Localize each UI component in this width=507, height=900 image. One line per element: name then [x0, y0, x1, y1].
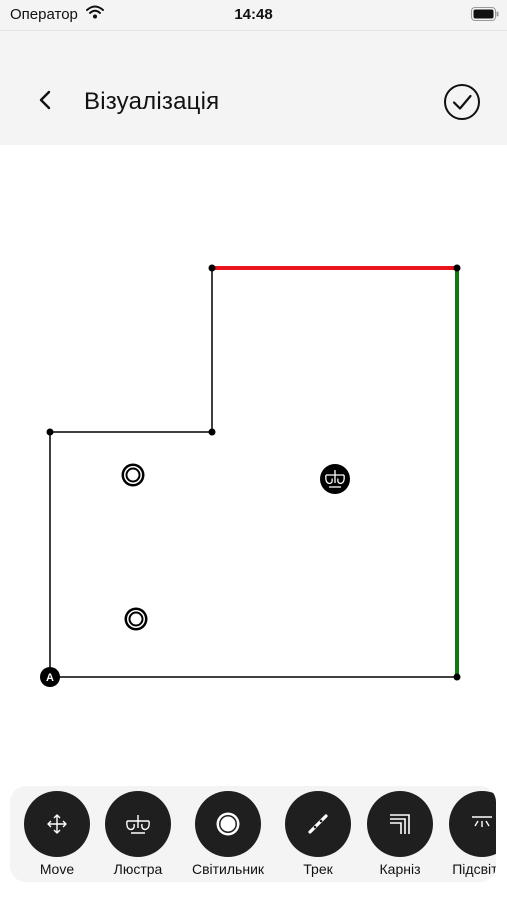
- clock: 14:48: [234, 6, 273, 23]
- spotlight-icon[interactable]: [121, 463, 145, 487]
- battery-icon: [471, 7, 499, 26]
- vertex-point[interactable]: [453, 264, 461, 272]
- tool-backlight-button[interactable]: Підсвітка: [437, 791, 496, 877]
- chandelier-icon[interactable]: [320, 464, 350, 494]
- tool-chandelier-label: Люстра: [113, 861, 163, 877]
- backlight-icon: [449, 791, 496, 857]
- vertex-point[interactable]: [208, 264, 216, 272]
- navigation-bar: Візуалізація: [0, 30, 507, 145]
- confirm-check-icon[interactable]: [443, 83, 481, 121]
- page-title: Візуалізація: [84, 88, 220, 115]
- back-chevron-icon[interactable]: [34, 88, 58, 112]
- tool-track-button[interactable]: Трек: [273, 791, 363, 877]
- tool-cornice-button[interactable]: Карніз: [355, 791, 445, 877]
- tool-track-label: Трек: [303, 861, 333, 877]
- status-bar: Оператор 14:48: [0, 0, 507, 30]
- spotlight-icon: [195, 791, 261, 857]
- tool-palette[interactable]: Move Люстра Світильник Трек Карніз Підсв…: [10, 786, 496, 882]
- tool-spotlight-label: Світильник: [191, 861, 265, 877]
- chandelier-icon: [105, 791, 171, 857]
- track-icon: [285, 791, 351, 857]
- vertex-point[interactable]: [46, 428, 54, 436]
- move-arrows-icon: [24, 791, 90, 857]
- tool-move-label: Move: [39, 861, 75, 877]
- tool-backlight-label: Підсвітка: [452, 861, 496, 877]
- tool-cornice-label: Карніз: [379, 861, 421, 877]
- vertex-point[interactable]: [453, 673, 461, 681]
- corner-a-marker[interactable]: A: [40, 667, 60, 687]
- room-plan-canvas[interactable]: A: [0, 145, 507, 785]
- tool-spotlight-button[interactable]: Світильник: [183, 791, 273, 877]
- corner-a-label: A: [46, 672, 54, 684]
- tool-move-button[interactable]: Move: [12, 791, 102, 877]
- cornice-icon: [367, 791, 433, 857]
- tool-chandelier-button[interactable]: Люстра: [93, 791, 183, 877]
- spotlight-icon[interactable]: [124, 607, 148, 631]
- vertex-point[interactable]: [208, 428, 216, 436]
